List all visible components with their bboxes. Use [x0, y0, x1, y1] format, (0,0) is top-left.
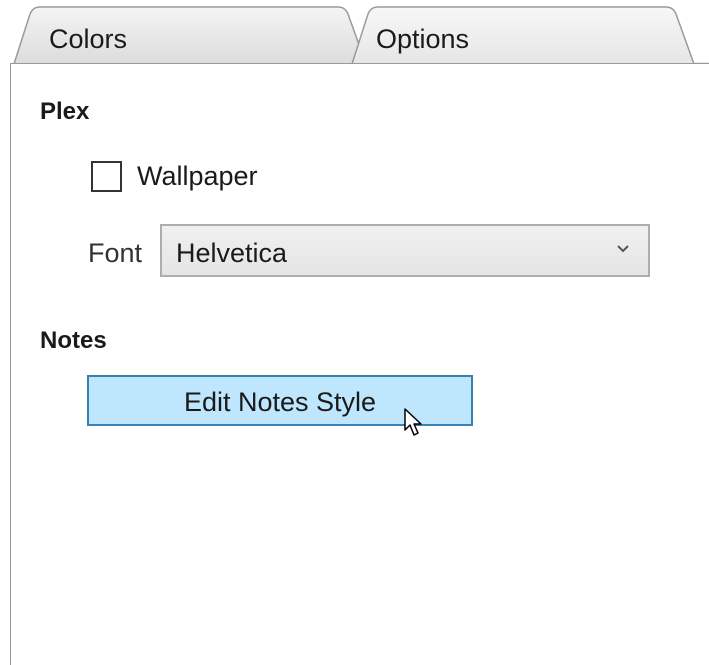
section-title-plex: Plex — [40, 98, 90, 125]
wallpaper-checkbox[interactable] — [91, 160, 122, 192]
font-label: Font — [88, 238, 143, 268]
wallpaper-label[interactable]: Wallpaper — [137, 161, 258, 191]
font-select[interactable]: Helvetica — [160, 224, 650, 277]
options-panel: Plex Wallpaper Font Helvetica Notes Edit… — [10, 63, 709, 665]
wallpaper-checkbox-row[interactable]: Wallpaper — [91, 159, 258, 193]
tab-colors-label: Colors — [49, 24, 128, 54]
font-select-value: Helvetica — [176, 238, 288, 268]
tab-options[interactable]: Options — [352, 6, 696, 64]
edit-notes-style-button[interactable]: Edit Notes Style — [87, 375, 473, 426]
section-title-notes: Notes — [40, 327, 107, 354]
tab-options-label: Options — [376, 24, 470, 54]
chevron-down-icon — [617, 245, 629, 253]
edit-notes-style-button-label: Edit Notes Style — [183, 387, 377, 417]
options-dialog: Colors Options Plex Wallpaper Font Helve… — [0, 0, 709, 665]
tab-colors[interactable]: Colors — [14, 6, 360, 64]
